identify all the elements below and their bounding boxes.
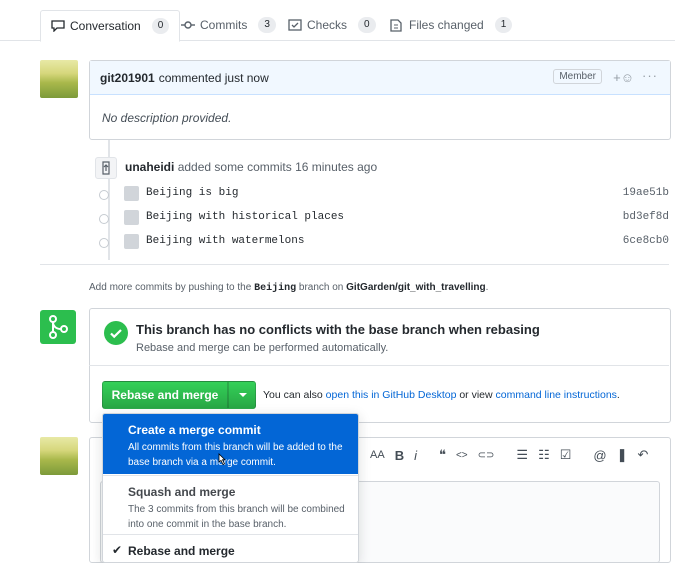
tab-label: Conversation [70, 19, 141, 33]
menu-item-create-merge-commit[interactable]: Create a merge commit All commits from t… [103, 414, 358, 474]
avatar[interactable] [40, 60, 78, 98]
reply-icon[interactable]: ↶ [638, 447, 649, 463]
push-icon [95, 157, 117, 179]
menu-item-description: The 3 commits from this branch will be c… [128, 504, 345, 530]
merge-method-dropdown-button[interactable] [228, 381, 256, 409]
tab-counter: 0 [151, 18, 170, 34]
comment-box: git201901 commented just now Member +☺ ·… [89, 60, 671, 140]
menu-item-squash-and-merge[interactable]: Squash and merge The 3 commits from this… [103, 475, 358, 533]
conversation-icon [51, 20, 65, 33]
checks-icon [288, 19, 302, 31]
commit-avatar[interactable] [124, 210, 139, 225]
timeline-event: unaheidi added some commits 16 minutes a… [125, 160, 377, 174]
code-icon[interactable]: <> [456, 450, 468, 461]
commit-message[interactable]: Beijing is big [146, 187, 238, 199]
menu-item-title: Create a merge commit [128, 423, 261, 437]
tab-commits[interactable]: Commits 3 [181, 10, 276, 40]
avatar[interactable] [40, 437, 78, 475]
push-note-middle: branch on [298, 282, 344, 293]
branch-name: Beijing [254, 283, 297, 294]
member-badge: Member [553, 69, 602, 84]
mention-icon[interactable]: @ [593, 448, 606, 463]
editor-toolbar: AA B i ❝ <> ⊂⊃ ☰ ☷ ☑ @ ❚ ↶ [370, 445, 648, 465]
comment-body: No description provided. [102, 111, 232, 125]
comment-header: git201901 commented just now Member +☺ ·… [90, 61, 670, 95]
commit-avatar[interactable] [124, 186, 139, 201]
commit-dot-icon [99, 190, 109, 200]
tab-label: Files changed [409, 18, 484, 32]
pointer-cursor-icon [216, 453, 228, 470]
merge-status-subtitle: Rebase and merge can be performed automa… [136, 342, 389, 354]
tab-counter: 0 [358, 17, 376, 33]
merge-method-menu: Create a merge commit All commits from t… [102, 413, 359, 563]
link-icon[interactable]: ⊂⊃ [478, 450, 495, 461]
bookmark-icon[interactable]: ❚ [617, 447, 628, 463]
menu-item-title: Rebase and merge [128, 544, 235, 558]
command-line-link[interactable]: command line instructions [496, 389, 617, 401]
menu-item-description: All commits from this branch will be add… [128, 442, 343, 468]
commit-message[interactable]: Beijing with watermelons [146, 235, 304, 247]
tab-checks[interactable]: Checks 0 [288, 10, 376, 40]
timeline-event-text: added some commits 16 minutes ago [177, 160, 378, 174]
push-note: Add more commits by pushing to the Beiji… [89, 282, 488, 294]
push-note-suffix: . [485, 282, 489, 293]
comment-action: commented just now [158, 70, 269, 85]
bold-icon[interactable]: B [395, 448, 404, 463]
push-note-prefix: Add more commits by pushing to the [89, 282, 252, 293]
comment-author[interactable]: git201901 [100, 71, 155, 85]
unordered-list-icon[interactable]: ☰ [516, 447, 528, 463]
check-circle-icon [104, 321, 128, 345]
pr-tabs: Conversation 0 Commits 3 Checks 0 Files … [0, 0, 675, 42]
merge-separator [89, 365, 669, 366]
text-size-icon[interactable]: AA [370, 449, 385, 461]
menu-item-title: Squash and merge [128, 485, 236, 499]
github-desktop-link[interactable]: open this in GitHub Desktop [326, 389, 457, 401]
repo-name: GitGarden/git_with_travelling [346, 282, 486, 293]
commit-dot-icon [99, 214, 109, 224]
commit-message[interactable]: Beijing with historical places [146, 211, 344, 223]
ordered-list-icon[interactable]: ☷ [538, 447, 550, 463]
quote-icon[interactable]: ❝ [439, 447, 446, 463]
merge-icon [40, 310, 76, 344]
tab-conversation[interactable]: Conversation 0 [40, 10, 181, 42]
rebase-and-merge-button[interactable]: Rebase and merge [102, 381, 228, 409]
commit-sha[interactable]: bd3ef8d [623, 211, 669, 223]
also-middle: or view [459, 389, 493, 401]
tab-files-changed[interactable]: Files changed 1 [390, 10, 513, 40]
tab-counter: 3 [258, 17, 276, 33]
tab-counter: 1 [494, 17, 513, 33]
commit-sha[interactable]: 6ce8cb0 [623, 235, 669, 247]
commit-avatar[interactable] [124, 234, 139, 249]
tab-label: Commits [200, 18, 248, 32]
commit-dot-icon [99, 238, 109, 248]
merge-alternatives: You can also open this in GitHub Desktop… [263, 389, 620, 401]
more-options-icon[interactable]: ··· [642, 68, 658, 83]
task-list-icon[interactable]: ☑ [560, 447, 572, 463]
file-diff-icon [390, 19, 404, 32]
commit-sha[interactable]: 19ae51b [623, 187, 669, 199]
commit-row: Beijing with historical places bd3ef8d [99, 208, 669, 230]
checkmark-icon: ✔ [112, 543, 123, 557]
italic-icon[interactable]: i [414, 448, 417, 463]
menu-item-rebase-and-merge[interactable]: ✔ Rebase and merge [103, 534, 358, 562]
also-suffix: . [616, 389, 620, 401]
timeline-actor[interactable]: unaheidi [125, 160, 174, 174]
add-reaction-icon[interactable]: +☺ [613, 70, 634, 85]
divider [40, 264, 669, 265]
merge-status-title: This branch has no conflicts with the ba… [136, 322, 540, 337]
commit-icon [181, 19, 195, 31]
commit-row: Beijing is big 19ae51b [99, 184, 669, 206]
tab-label: Checks [307, 18, 348, 32]
also-prefix: You can also [263, 389, 323, 401]
commit-row: Beijing with watermelons 6ce8cb0 [99, 232, 669, 254]
